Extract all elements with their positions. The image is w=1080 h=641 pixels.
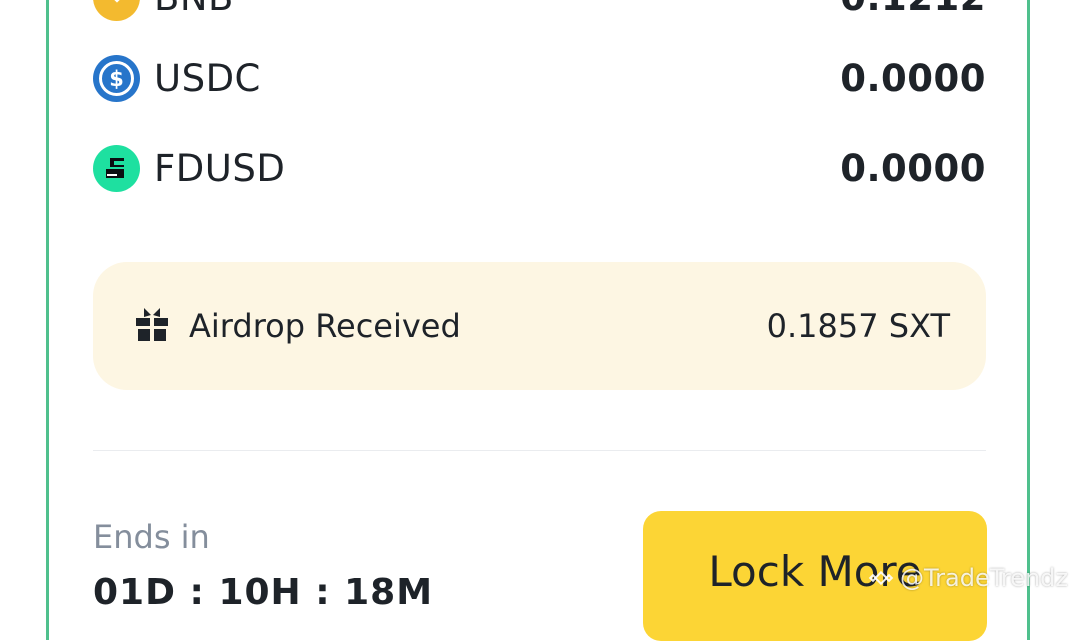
asset-row-bnb: BNB 0.1212	[93, 0, 986, 22]
binance-logo-icon	[868, 570, 894, 586]
asset-name: USDC	[154, 56, 261, 100]
watermark: @TradeTrendz	[868, 564, 1068, 592]
usdc-icon: $	[93, 54, 140, 102]
ends-in-label: Ends in	[93, 518, 210, 556]
airdrop-value: 0.1857 SXT	[766, 307, 950, 345]
fdusd-icon	[93, 144, 140, 192]
asset-row-fdusd: FDUSD 0.0000	[93, 143, 986, 193]
asset-name: BNB	[154, 0, 234, 19]
watermark-text: @TradeTrendz	[900, 564, 1068, 592]
asset-value: 0.0000	[840, 146, 986, 190]
bnb-icon	[93, 0, 140, 21]
asset-name: FDUSD	[154, 146, 286, 190]
airdrop-received-box: Airdrop Received 0.1857 SXT	[93, 262, 986, 390]
divider	[93, 450, 986, 451]
asset-value: 0.1212	[840, 0, 986, 19]
gift-icon	[135, 306, 169, 346]
airdrop-label: Airdrop Received	[189, 307, 461, 345]
svg-text:$: $	[109, 67, 124, 91]
asset-value: 0.0000	[840, 56, 986, 100]
asset-row-usdc: $ USDC 0.0000	[93, 53, 986, 103]
